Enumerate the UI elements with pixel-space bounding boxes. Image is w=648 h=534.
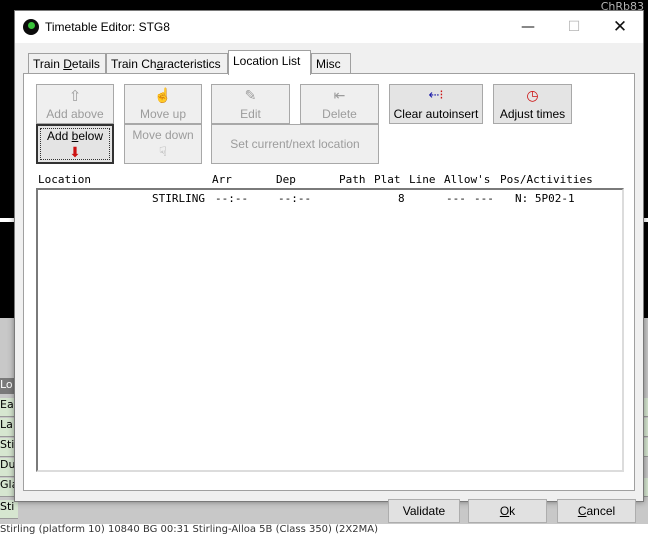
edit-button[interactable]: ✎ Edit [211,84,290,124]
clear-autoinsert-button[interactable]: ⇠⁝ Clear autoinsert [389,84,483,124]
app-icon [23,19,39,35]
row-pos-activities: N: 5P02-1 [515,192,575,205]
move-up-button[interactable]: ☝ Move up [124,84,202,124]
add-above-label: Add above [46,107,104,121]
row-dep: --:-- [278,192,312,205]
ok-label: k [509,504,516,518]
row-arr: --:-- [215,192,249,205]
title-bar[interactable]: Timetable Editor: STG8 — ☐ ✕ [15,11,643,43]
column-header-allows: Allow's [444,173,491,186]
background-row: Sti [0,500,18,519]
add-below-button[interactable]: Add below ⬇ [36,124,114,164]
tab-label: Location List [233,54,301,68]
edit-document-icon: ✎ [244,87,257,103]
window-title: Timetable Editor: STG8 [45,20,170,34]
move-up-label: Move up [139,107,187,121]
ok-button[interactable]: Ok [468,499,547,523]
column-header-location: Location [38,173,91,186]
validate-button[interactable]: Validate [388,499,460,523]
column-header-path: Path [339,173,366,186]
ok-label-mnemonic: O [499,504,510,518]
add-below-label-text: Add [46,129,72,143]
tab-label: Train [33,57,64,71]
cancel-label: ancel [586,504,616,518]
tab-train-characteristics[interactable]: Train Characteristics [106,53,228,73]
row-location: STIRLING [152,192,205,205]
tab-label: racteristics [163,57,221,71]
tab-label-mnemonic: D [63,57,72,71]
row-plat: 8 [398,192,405,205]
move-down-label: Move down [132,128,194,142]
delete-label: Delete [322,107,357,121]
minimize-button[interactable]: — [505,11,551,43]
clock-icon: ◷ [526,87,539,103]
clear-autoinsert-icon: ⇠⁝ [428,87,444,102]
maximize-button[interactable]: ☐ [551,11,597,43]
clear-autoinsert-label: Clear autoinsert [393,107,479,121]
tab-label: Misc [316,57,341,71]
add-above-button[interactable]: ⇧ Add above [36,84,114,124]
arrow-up-outline-icon: ⇧ [68,88,82,105]
tab-label: Train Ch [111,57,157,71]
tab-label: etails [71,57,100,71]
tab-misc[interactable]: Misc [311,53,351,73]
column-header-pos-activities: Pos/Activities [500,173,593,186]
delete-rows-icon: ⇤ [333,87,346,103]
move-down-button[interactable]: Move down ☟ [124,124,202,164]
adjust-times-button[interactable]: ◷ Adjust times [493,84,572,124]
add-below-label-text: elow [78,129,104,143]
column-header-dep: Dep [276,173,296,186]
add-below-label: Add below [38,129,112,143]
adjust-times-label: Adjust times [499,107,566,121]
location-list[interactable]: STIRLING --:-- --:-- 8 --- --- N: 5P02-1 [36,188,624,472]
timetable-editor-dialog: Timetable Editor: STG8 — ☐ ✕ Train Detai… [14,10,644,523]
edit-label: Edit [240,107,261,121]
column-header-arr: Arr [212,173,232,186]
hand-up-icon: ☝ [154,87,172,103]
hand-down-icon: ☟ [159,144,167,159]
row-allow-1: --- [446,192,466,205]
delete-button[interactable]: ⇤ Delete [300,84,379,124]
tab-location-list[interactable]: Location List [228,50,311,75]
list-item[interactable]: STIRLING --:-- --:-- 8 --- --- N: 5P02-1 [38,192,622,207]
column-header-line: Line [409,173,436,186]
background-bottom-row: Stirling (platform 10) 10840 BG 00:31 St… [0,524,648,534]
tab-train-details[interactable]: Train Details [28,53,106,73]
column-header-plat: Plat [374,173,401,186]
row-allow-2: --- [474,192,494,205]
close-button[interactable]: ✕ [597,11,643,43]
arrow-down-red-icon: ⬇ [69,144,81,160]
set-current-next-location-button[interactable]: Set current/next location [211,124,379,164]
cancel-button[interactable]: Cancel [557,499,636,523]
